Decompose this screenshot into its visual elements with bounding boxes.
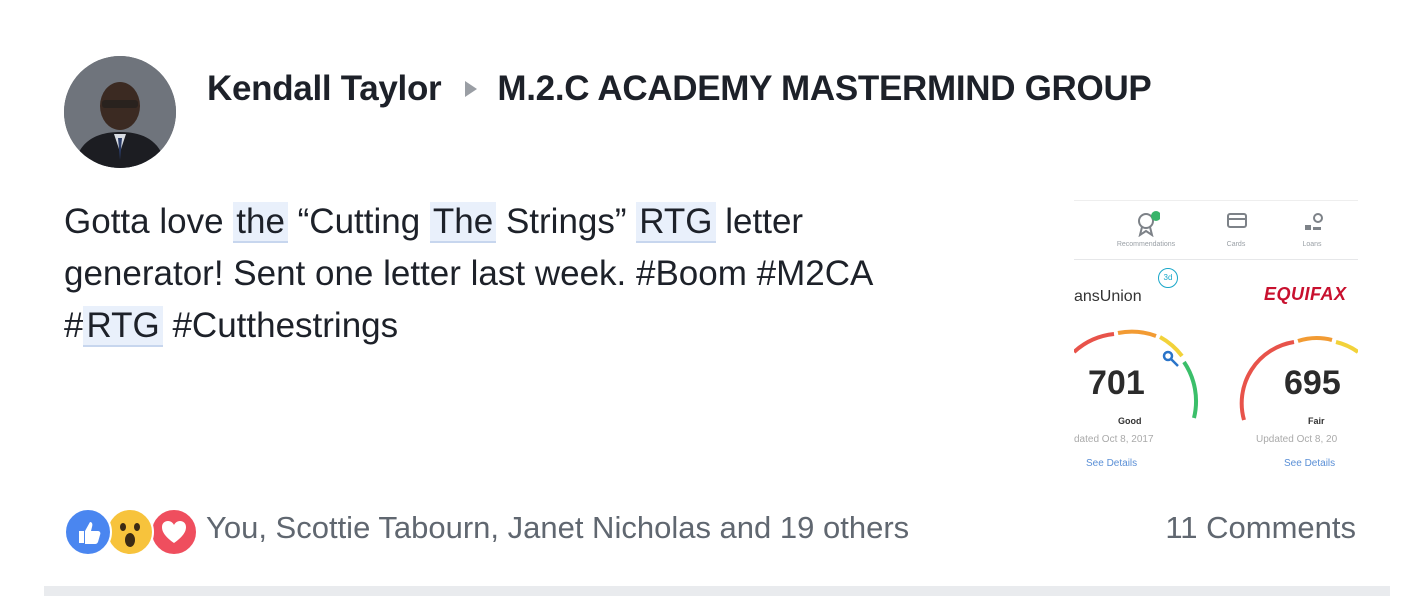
post-text-segment: Strings”: [496, 202, 637, 241]
credit-score-transunion: 701: [1088, 364, 1145, 402]
score-rating: Fair: [1308, 416, 1325, 426]
post-message: Gotta love the “Cutting The Strings” RTG…: [64, 196, 1004, 352]
highlighted-word: RTG: [83, 306, 163, 347]
score-rating: Good: [1118, 416, 1142, 426]
post-divider: [44, 586, 1390, 596]
highlighted-word: The: [429, 202, 497, 243]
score-updated-date: dated Oct 8, 2017: [1074, 434, 1154, 445]
hashtag-symbol: #: [64, 306, 84, 345]
post-header: Kendall Taylor M.2.C ACADEMY MASTERMIND …: [207, 64, 1152, 114]
group-name-link[interactable]: M.2.C ACADEMY MASTERMIND GROUP: [497, 69, 1151, 109]
avatar[interactable]: [64, 56, 176, 168]
post-text-segment: generator! Sent one letter last week.: [64, 254, 636, 293]
highlighted-word: the: [233, 202, 288, 243]
hashtag-rtg[interactable]: #RTG: [64, 306, 163, 347]
see-details-link: See Details: [1284, 458, 1336, 469]
like-icon: [64, 508, 112, 556]
wow-icon: [106, 508, 154, 556]
triangle-right-icon: [463, 79, 479, 99]
author-name-link[interactable]: Kendall Taylor: [207, 69, 442, 109]
highlighted-word: RTG: [636, 202, 716, 243]
credit-score-equifax: 695: [1284, 364, 1341, 402]
love-icon: [150, 508, 198, 556]
attached-screenshot[interactable]: Recommendations Cards Loans ansUnion 3d: [1074, 196, 1358, 478]
post-text-segment: Gotta love: [64, 202, 234, 241]
feed-post: Kendall Taylor M.2.C ACADEMY MASTERMIND …: [0, 0, 1420, 612]
avatar-photo: [64, 56, 176, 168]
post-text-segment: letter: [715, 202, 804, 241]
score-updated-date: Updated Oct 8, 20: [1256, 434, 1338, 445]
hashtag-cutthestrings[interactable]: #Cutthestrings: [172, 306, 398, 345]
reactors-summary[interactable]: You, Scottie Tabourn, Janet Nicholas and…: [206, 510, 909, 546]
comments-count-link[interactable]: 11 Comments: [1165, 510, 1356, 546]
hashtag-boom[interactable]: #Boom: [636, 254, 747, 293]
hashtag-m2ca[interactable]: #M2CA: [757, 254, 874, 293]
see-details-link: See Details: [1086, 458, 1138, 469]
reaction-icons[interactable]: [64, 508, 204, 556]
post-text-segment: “Cutting: [287, 202, 430, 241]
